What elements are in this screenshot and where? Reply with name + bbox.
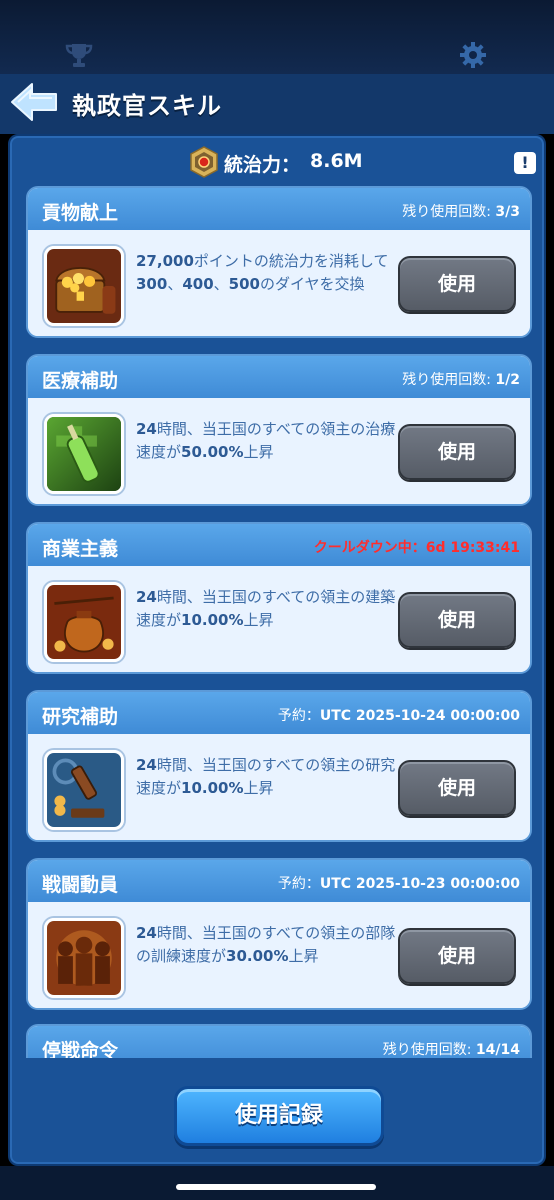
card-header: 研究補助 予約：UTC 2025-10-24 00:00:00 [28,692,530,734]
skill-description: 24時間、当王国のすべての領主の部隊の訓練速度が30.00%上昇 [136,924,396,965]
use-button[interactable]: 使用 [398,256,516,312]
skills-panel: 統治力： 8.6M ! 貢物献上 残り使用回数: 3/3 27,000ポイントの… [8,134,546,1166]
trophy-icon[interactable] [64,40,94,70]
skill-card-mobilization: 戦闘動員 予約：UTC 2025-10-23 00:00:00 24時間、当王国… [26,858,532,1010]
skill-description: 27,000ポイントの統治力を消耗して300、400、500のダイヤを交換 [136,252,389,293]
skill-status: 予約：UTC 2025-10-23 00:00:00 [277,876,520,892]
skill-name: 研究補助 [42,706,119,728]
skill-card-research: 研究補助 予約：UTC 2025-10-24 00:00:00 24時間、当王国… [26,690,532,842]
governance-row: 統治力： 8.6M ! [10,142,544,182]
skill-card-medical: 医療補助 残り使用回数: 1/2 24時間、当王国のすべての領主の治療速度が50… [26,354,532,506]
card-header: 貢物献上 残り使用回数: 3/3 [28,188,530,230]
usage-history-button[interactable]: 使用記録 [174,1086,384,1146]
governance-value: 8.6M [310,150,363,172]
bottom-bar [0,1166,554,1200]
card-header: 商業主義 クールダウン中：6d 19:33:41 [28,524,530,566]
skill-status: 残り使用回数: 3/3 [402,204,520,220]
skill-list[interactable]: 貢物献上 残り使用回数: 3/3 27,000ポイントの統治力を消耗して300、… [26,186,532,1058]
skill-status: 残り使用回数: 14/14 [382,1042,520,1058]
medicine-vial-icon [44,414,124,494]
card-body: 24時間、当王国のすべての領主の部隊の訓練速度が30.00%上昇 使用 [28,902,530,1008]
card-header: 医療補助 残り使用回数: 1/2 [28,356,530,398]
top-bar [0,0,554,74]
card-header: 戦闘動員 予約：UTC 2025-10-23 00:00:00 [28,860,530,902]
skill-description: 24時間、当王国のすべての領主の治療速度が50.00%上昇 [136,420,396,461]
use-button[interactable]: 使用 [398,424,516,480]
card-body: 24時間、当王国のすべての領主の研究速度が10.00%上昇 使用 [28,734,530,840]
governance-label: 統治力： [224,154,301,176]
skill-card-ceasefire: 停戦命令 残り使用回数: 14/14 [26,1024,532,1058]
page-header: 執政官スキル [0,74,554,134]
skill-name: 商業主義 [42,538,119,560]
skill-name: 戦闘動員 [42,874,119,896]
use-button[interactable]: 使用 [398,928,516,984]
skill-description: 24時間、当王国のすべての領主の研究速度が10.00%上昇 [136,756,396,797]
skill-card-commerce: 商業主義 クールダウン中：6d 19:33:41 24時間、当王国のすべての領主… [26,522,532,674]
skill-card-tribute: 貢物献上 残り使用回数: 3/3 27,000ポイントの統治力を消耗して300、… [26,186,532,338]
card-body: 27,000ポイントの統治力を消耗して300、400、500のダイヤを交換 使用 [28,230,530,336]
skill-name: 停戦命令 [42,1040,119,1058]
page-title: 執政官スキル [72,92,222,120]
treasure-chest-icon [44,246,124,326]
gear-icon[interactable] [458,40,488,70]
governance-gem-icon [190,146,218,178]
money-bag-icon [44,582,124,662]
card-body: 24時間、当王国のすべての領主の治療速度が50.00%上昇 使用 [28,398,530,504]
card-body: 24時間、当王国のすべての領主の建築速度が10.00%上昇 使用 [28,566,530,672]
skill-name: 貢物献上 [42,202,119,224]
use-button[interactable]: 使用 [398,592,516,648]
card-header: 停戦命令 残り使用回数: 14/14 [28,1026,530,1058]
cooldown-status: クールダウン中：6d 19:33:41 [313,540,520,556]
soldiers-icon [44,918,124,998]
back-arrow-icon[interactable] [8,80,60,124]
info-button[interactable]: ! [514,152,536,174]
skill-name: 医療補助 [42,370,119,392]
skill-status: 予約：UTC 2025-10-24 00:00:00 [277,708,520,724]
skill-description: 24時間、当王国のすべての領主の建築速度が10.00%上昇 [136,588,396,629]
home-indicator[interactable] [176,1184,376,1190]
microscope-icon [44,750,124,830]
use-button[interactable]: 使用 [398,760,516,816]
skill-status: 残り使用回数: 1/2 [402,372,520,388]
